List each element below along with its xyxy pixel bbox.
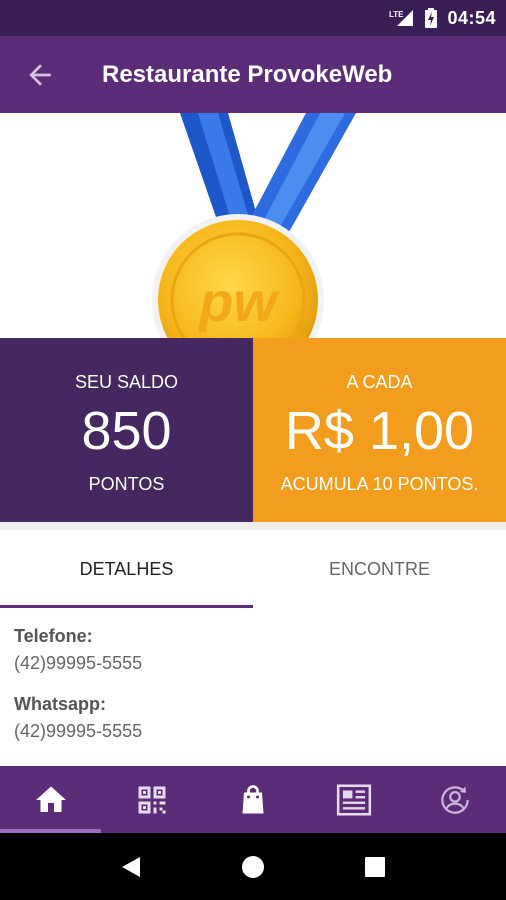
rate-card: A CADA R$ 1,00 ACUMULA 10 PONTOS. xyxy=(253,338,506,522)
triangle-back-icon xyxy=(122,856,140,877)
hero-banner: pw xyxy=(0,113,506,338)
battery-icon xyxy=(425,8,438,28)
qr-code-icon xyxy=(138,786,166,813)
rate-label: A CADA xyxy=(346,372,413,392)
shopping-bag-icon xyxy=(242,784,264,813)
balance-value: 850 xyxy=(81,401,172,461)
tab-detalhes[interactable]: DETALHES xyxy=(0,530,253,608)
whatsapp-value[interactable]: (42)99995-5555 xyxy=(14,718,494,744)
nav-qr-code[interactable] xyxy=(101,766,202,833)
balance-card: SEU SALDO 850 PONTOS xyxy=(0,338,253,522)
back-button[interactable] xyxy=(0,36,80,113)
clock: 04:54 xyxy=(447,7,496,28)
detail-label: Telefone: xyxy=(14,626,93,646)
square-recents-icon xyxy=(365,856,385,877)
rate-sub: ACUMULA 10 PONTOS. xyxy=(280,474,479,494)
system-home-button[interactable] xyxy=(233,847,273,887)
bottom-nav xyxy=(0,766,506,833)
lte-signal-icon: LTE xyxy=(389,8,415,28)
nav-shop[interactable] xyxy=(202,766,303,833)
svg-text:pw: pw xyxy=(197,270,280,333)
system-back-button[interactable] xyxy=(111,847,151,887)
user-refresh-icon xyxy=(441,785,470,814)
nav-profile[interactable] xyxy=(405,766,506,833)
svg-text:LTE: LTE xyxy=(389,10,404,19)
system-recents-button[interactable] xyxy=(355,847,395,887)
details-list: Telefone: (42)99995-5555 Whatsapp: (42)9… xyxy=(14,624,494,760)
rate-value: R$ 1,00 xyxy=(284,401,475,461)
phone-value[interactable]: (42)99995-5555 xyxy=(14,650,494,676)
tab-encontre[interactable]: ENCONTRE xyxy=(253,530,506,608)
arrow-back-icon xyxy=(29,63,51,86)
page-title: Restaurante ProvokeWeb xyxy=(102,60,393,88)
home-icon xyxy=(35,786,66,812)
points-panel: SEU SALDO 850 PONTOS A CADA R$ 1,00 ACUM… xyxy=(0,338,506,522)
system-navigation xyxy=(0,833,506,900)
status-icons: LTE 04:54 xyxy=(389,0,496,36)
detail-whatsapp: Whatsapp: (42)99995-5555 xyxy=(14,692,494,744)
divider xyxy=(0,522,506,530)
balance-unit: PONTOS xyxy=(88,474,165,494)
app-bar: Restaurante ProvokeWeb xyxy=(0,36,506,113)
status-bar: LTE 04:54 xyxy=(0,0,506,36)
detail-label: Whatsapp: xyxy=(14,694,106,714)
news-icon xyxy=(337,783,372,816)
medal-icon: pw xyxy=(152,113,356,338)
nav-news[interactable] xyxy=(304,766,405,833)
balance-label: SEU SALDO xyxy=(74,372,179,392)
tab-bar: DETALHES ENCONTRE xyxy=(0,530,506,608)
circle-home-icon xyxy=(242,855,264,878)
detail-phone: Telefone: (42)99995-5555 xyxy=(14,624,494,676)
nav-home[interactable] xyxy=(0,766,102,833)
